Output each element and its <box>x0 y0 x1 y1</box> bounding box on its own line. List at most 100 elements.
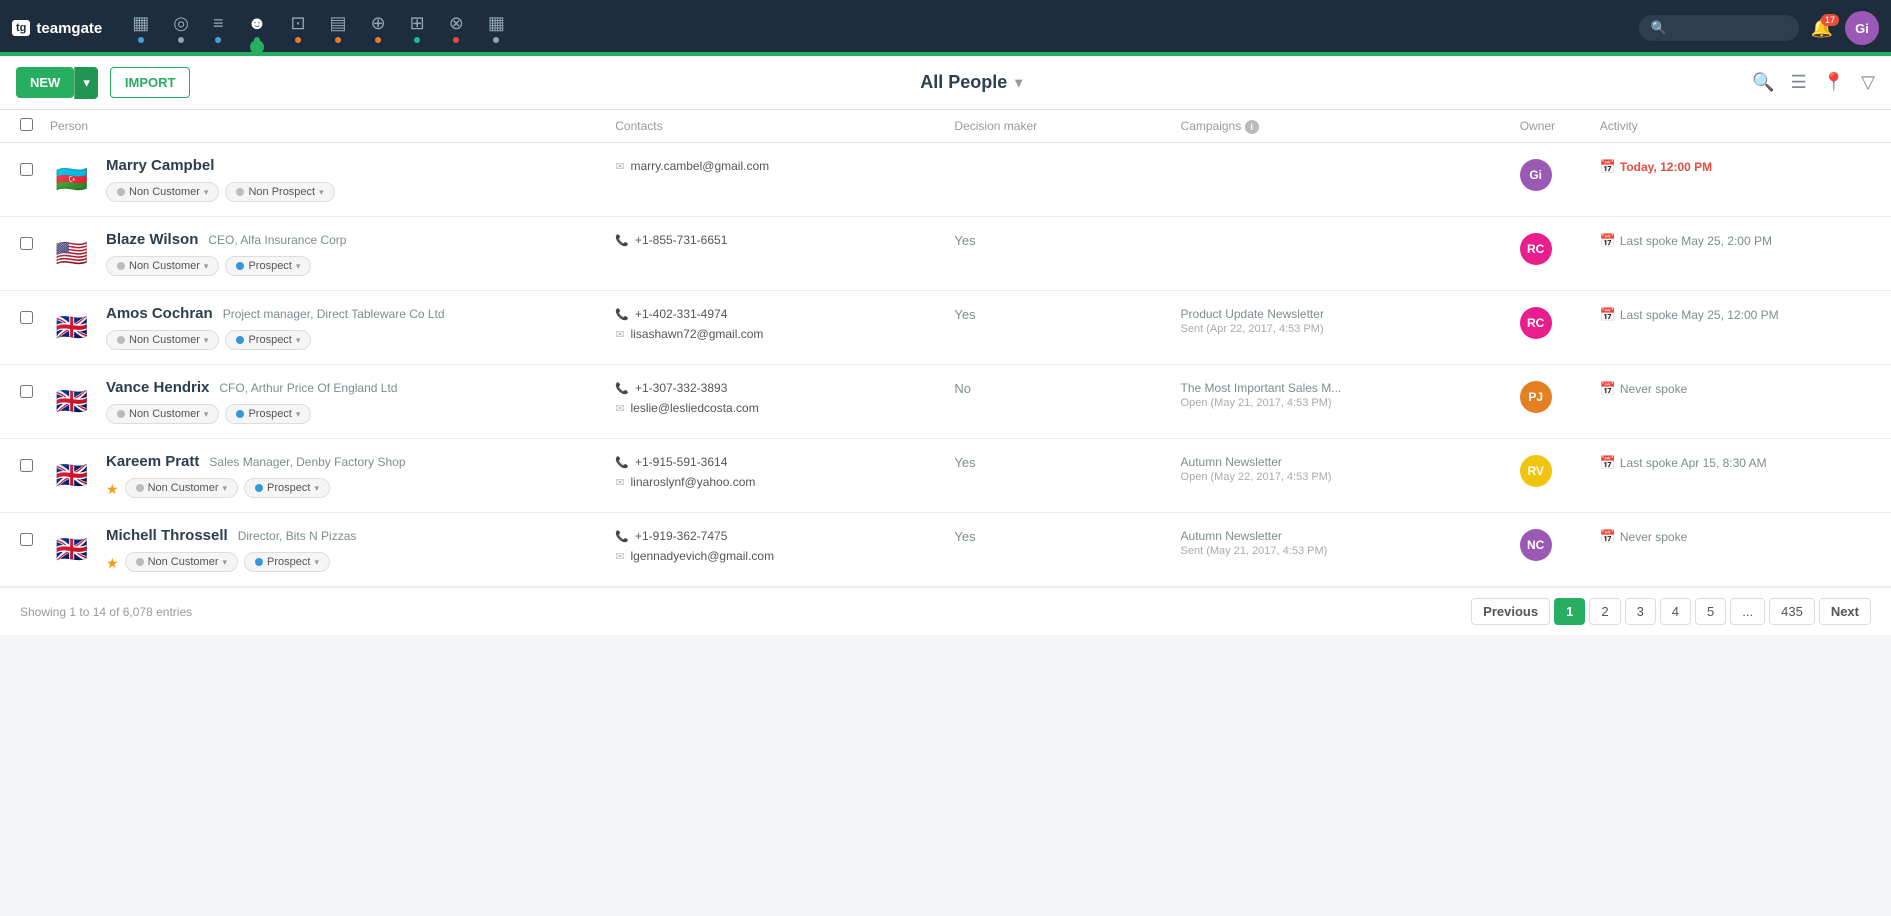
activity-text: Last spoke May 25, 2:00 PM <box>1620 234 1772 248</box>
star-icon[interactable]: ★ <box>106 555 119 572</box>
search-toolbar-icon[interactable]: 🔍 <box>1752 72 1774 93</box>
owner-avatar[interactable]: RV <box>1520 455 1552 487</box>
nav-item-reports[interactable]: ≡ <box>203 9 234 47</box>
person-cell: 🇬🇧 Kareem Pratt Sales Manager, Denby Fac… <box>50 453 615 498</box>
prospect-status-arrow[interactable]: ▾ <box>296 261 301 272</box>
customer-status-arrow[interactable]: ▾ <box>222 557 227 568</box>
new-button[interactable]: NEW <box>16 67 74 98</box>
person-name[interactable]: Blaze Wilson <box>106 231 198 248</box>
import-button[interactable]: IMPORT <box>110 67 191 98</box>
phone-icon: 📞 <box>615 456 629 469</box>
person-flag: 🇬🇧 <box>50 305 94 349</box>
prospect-status-arrow[interactable]: ▾ <box>296 409 301 420</box>
prospect-status-label: Prospect <box>267 482 310 494</box>
page-title-chevron[interactable]: ▾ <box>1015 74 1022 91</box>
owner-avatar[interactable]: RC <box>1520 233 1552 265</box>
row-checkbox[interactable] <box>20 163 33 176</box>
logo[interactable]: tg teamgate <box>12 20 102 37</box>
person-name[interactable]: Vance Hendrix <box>106 379 209 396</box>
list-view-icon[interactable]: ☰ <box>1791 72 1807 93</box>
decision-maker-cell: Yes <box>954 305 1180 322</box>
customer-status-tag[interactable]: Non Customer ▾ <box>106 330 219 350</box>
nav-item-contacts[interactable]: ◎ <box>163 9 199 47</box>
page-2-button[interactable]: 2 <box>1589 598 1620 625</box>
table-row: 🇦🇿 Marry Campbel Non Customer ▾ Non P <box>0 143 1891 217</box>
global-search[interactable]: 🔍 <box>1639 15 1799 41</box>
nav-item-docs[interactable]: ⊞ <box>400 9 435 47</box>
contact-phone: 📞+1-402-331-4974 <box>615 307 954 321</box>
prospect-status-tag[interactable]: Prospect ▾ <box>225 256 311 276</box>
person-flag: 🇬🇧 <box>50 379 94 423</box>
customer-status-tag[interactable]: Non Customer ▾ <box>106 404 219 424</box>
select-all-checkbox[interactable] <box>20 118 33 131</box>
nav-item-dashboard[interactable]: ▦ <box>122 9 159 47</box>
customer-status-dot <box>136 558 144 566</box>
prospect-status-tag[interactable]: Prospect ▾ <box>225 404 311 424</box>
prospect-status-arrow[interactable]: ▾ <box>314 483 319 494</box>
filter-icon[interactable]: ▽ <box>1861 72 1875 93</box>
customer-status-arrow[interactable]: ▾ <box>204 187 209 198</box>
nav-dot-reports <box>215 37 221 43</box>
nav-item-calendar[interactable]: ▤ <box>320 9 357 47</box>
user-avatar[interactable]: Gi <box>1845 11 1879 45</box>
person-name[interactable]: Marry Campbel <box>106 157 214 174</box>
row-checkbox[interactable] <box>20 533 33 546</box>
person-name[interactable]: Michell Throssell <box>106 527 228 544</box>
prev-button[interactable]: Previous <box>1471 598 1550 625</box>
campaigns-info-icon[interactable]: i <box>1245 120 1259 134</box>
page-last-button[interactable]: 435 <box>1769 598 1815 625</box>
prospect-status-dot <box>236 336 244 344</box>
customer-status-tag[interactable]: Non Customer ▾ <box>125 552 238 572</box>
customer-status-arrow[interactable]: ▾ <box>222 483 227 494</box>
prospect-status-arrow[interactable]: ▾ <box>296 335 301 346</box>
activity-cell: 📅 Last spoke May 25, 2:00 PM <box>1600 231 1871 249</box>
notification-count: 17 <box>1821 14 1839 26</box>
nav-item-people[interactable]: ☻ <box>238 9 277 47</box>
customer-status-arrow[interactable]: ▾ <box>204 261 209 272</box>
person-name[interactable]: Kareem Pratt <box>106 453 199 470</box>
person-cell: 🇺🇸 Blaze Wilson CEO, Alfa Insurance Corp… <box>50 231 615 276</box>
prospect-status-arrow[interactable]: ▾ <box>319 187 324 198</box>
row-checkbox[interactable] <box>20 459 33 472</box>
notifications-bell[interactable]: 🔔 17 <box>1811 18 1833 39</box>
row-checkbox[interactable] <box>20 311 33 324</box>
customer-status-arrow[interactable]: ▾ <box>204 335 209 346</box>
person-title: Director, Bits N Pizzas <box>238 529 357 543</box>
campaigns-cell: Autumn NewsletterOpen (May 22, 2017, 4:5… <box>1181 453 1520 483</box>
customer-status-tag[interactable]: Non Customer ▾ <box>125 478 238 498</box>
nav-item-tasks[interactable]: ⊕ <box>361 9 396 47</box>
nav-item-deals[interactable]: ⊡ <box>280 9 315 47</box>
owner-avatar[interactable]: PJ <box>1520 381 1552 413</box>
contacts-cell: 📞+1-402-331-4974 ✉lisashawn72@gmail.com <box>615 305 954 341</box>
campaign-status: Open (May 22, 2017, 4:53 PM) <box>1181 471 1520 483</box>
location-icon[interactable]: 📍 <box>1823 72 1845 93</box>
activity-cell: 📅 Last spoke May 25, 12:00 PM <box>1600 305 1871 323</box>
customer-status-tag[interactable]: Non Customer ▾ <box>106 182 219 202</box>
row-checkbox[interactable] <box>20 385 33 398</box>
customer-status-tag[interactable]: Non Customer ▾ <box>106 256 219 276</box>
header-check[interactable] <box>20 118 50 134</box>
nav-item-analytics[interactable]: ▦ <box>478 9 515 47</box>
prospect-status-tag[interactable]: Non Prospect ▾ <box>225 182 334 202</box>
owner-avatar[interactable]: Gi <box>1520 159 1552 191</box>
customer-status-arrow[interactable]: ▾ <box>204 409 209 420</box>
row-checkbox[interactable] <box>20 237 33 250</box>
owner-avatar[interactable]: NC <box>1520 529 1552 561</box>
new-dropdown-arrow[interactable]: ▾ <box>74 67 98 99</box>
decision-maker-cell: Yes <box>954 527 1180 544</box>
page-1-button[interactable]: 1 <box>1554 598 1585 625</box>
prospect-status-tag[interactable]: Prospect ▾ <box>244 552 330 572</box>
prospect-status-arrow[interactable]: ▾ <box>314 557 319 568</box>
prospect-status-label: Prospect <box>267 556 310 568</box>
page-4-button[interactable]: 4 <box>1660 598 1691 625</box>
nav-item-globe[interactable]: ⊗ <box>439 9 474 47</box>
next-button[interactable]: Next <box>1819 598 1871 625</box>
person-name[interactable]: Amos Cochran <box>106 305 213 322</box>
page-5-button[interactable]: 5 <box>1695 598 1726 625</box>
campaign-status: Sent (May 21, 2017, 4:53 PM) <box>1181 545 1520 557</box>
page-3-button[interactable]: 3 <box>1625 598 1656 625</box>
prospect-status-tag[interactable]: Prospect ▾ <box>244 478 330 498</box>
star-icon[interactable]: ★ <box>106 481 119 498</box>
prospect-status-tag[interactable]: Prospect ▾ <box>225 330 311 350</box>
owner-avatar[interactable]: RC <box>1520 307 1552 339</box>
